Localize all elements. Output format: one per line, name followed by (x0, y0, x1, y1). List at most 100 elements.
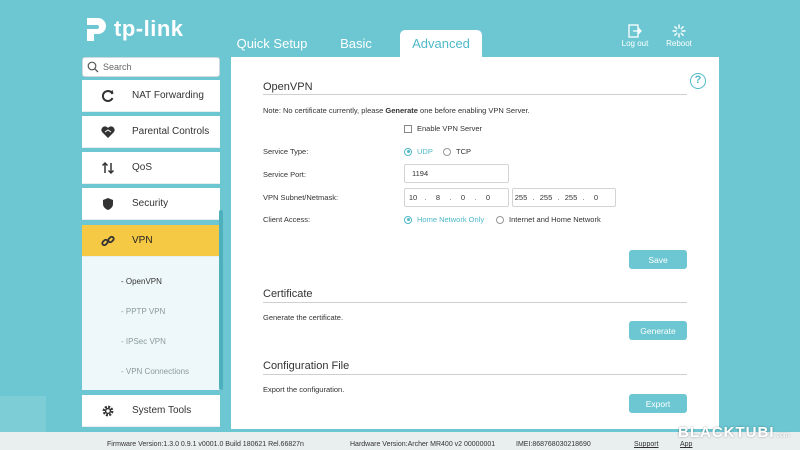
hardware-version: Hardware Version:Archer MR400 v2 0000000… (350, 441, 496, 448)
main-panel: OpenVPN ? Note: No certificate currently… (231, 57, 719, 429)
sidebar-item-label: Security (132, 198, 169, 209)
watermark-text: BLACKTUBI (678, 424, 775, 441)
qos-icon (98, 160, 118, 176)
note-text: Note: No certificate currently, please (263, 106, 386, 115)
sidebar-item-security[interactable]: Security (82, 188, 220, 220)
tp-link-logo[interactable]: tp-link (80, 14, 184, 44)
sidebar-item-nat-forwarding[interactable]: NAT Forwarding (82, 80, 220, 112)
dot-separator: . (474, 193, 477, 202)
section-divider (263, 302, 687, 303)
tab-basic[interactable]: Basic (313, 30, 399, 58)
subnet-octet-2[interactable] (430, 193, 446, 202)
certificate-note: Note: No certificate currently, please G… (263, 106, 530, 115)
home-network-only-label: Home Network Only (417, 215, 485, 224)
sidebar-scrollbar[interactable] (219, 210, 223, 390)
service-type-tcp-radio[interactable]: TCP (443, 147, 471, 156)
client-access-home-only-radio[interactable]: Home Network Only (404, 215, 484, 224)
vpn-submenu: - OpenVPN - PPTP VPN - IPSec VPN - VPN C… (82, 257, 220, 390)
sidebar-subitem-pptp-vpn[interactable]: - PPTP VPN (121, 307, 165, 316)
sidebar-subitem-ipsec-vpn[interactable]: - IPSec VPN (121, 337, 166, 346)
service-port-input[interactable] (404, 164, 509, 183)
logout-icon (628, 24, 642, 38)
export-button[interactable]: Export (629, 394, 687, 413)
search-box[interactable] (82, 57, 220, 77)
vpn-subnet-netmask-label: VPN Subnet/Netmask: (263, 193, 339, 202)
tab-quick-setup[interactable]: Quick Setup (231, 30, 313, 58)
watermark-suffix: .com (774, 432, 790, 439)
sidebar-item-label: QoS (132, 162, 153, 173)
shield-icon (98, 196, 118, 212)
udp-label: UDP (417, 147, 433, 156)
generate-button[interactable]: Generate (629, 321, 687, 340)
sidebar-item-label: VPN (132, 235, 153, 246)
sidebar-item-system-tools[interactable]: System Tools (82, 395, 220, 427)
sidebar-item-qos[interactable]: QoS (82, 152, 220, 184)
tcp-label: TCP (456, 147, 471, 156)
netmask-octet-4[interactable] (588, 193, 604, 202)
reboot-button[interactable]: Reboot (659, 24, 699, 48)
reboot-label: Reboot (666, 39, 692, 48)
section-title-configuration-file: Configuration File (263, 360, 350, 372)
enable-vpn-server-label: Enable VPN Server (417, 124, 483, 133)
dot-separator: . (424, 193, 427, 202)
sidebar-item-label: Parental Controls (132, 126, 210, 137)
top-nav-tabs: Quick Setup Basic Advanced (231, 30, 482, 58)
background-decoration (0, 396, 46, 432)
logout-label: Log out (621, 39, 649, 48)
vpn-link-icon (98, 233, 118, 249)
netmask-octet-1[interactable] (513, 193, 529, 202)
subnet-octet-4[interactable] (480, 193, 496, 202)
dot-separator: . (582, 193, 585, 202)
section-divider (263, 94, 687, 95)
dot-separator: . (449, 193, 452, 202)
client-access-label: Client Access: (263, 215, 311, 224)
vpn-netmask-input[interactable]: . . . (512, 188, 616, 207)
nat-forwarding-icon (98, 88, 118, 104)
tab-advanced[interactable]: Advanced (400, 30, 482, 58)
service-type-label: Service Type: (263, 147, 309, 156)
note-generate-emphasis: Generate (385, 106, 418, 115)
subnet-octet-1[interactable] (405, 193, 421, 202)
enable-vpn-server-checkbox[interactable]: Enable VPN Server (404, 124, 482, 133)
reboot-icon (672, 24, 686, 38)
sidebar-item-label: System Tools (132, 405, 192, 416)
parental-controls-icon (98, 124, 118, 140)
sidebar-item-vpn[interactable]: VPN (82, 225, 220, 257)
save-button[interactable]: Save (629, 250, 687, 269)
search-icon (87, 61, 99, 73)
sidebar-subitem-vpn-connections[interactable]: - VPN Connections (121, 367, 189, 376)
gear-icon (98, 403, 118, 419)
service-type-udp-radio[interactable]: UDP (404, 147, 433, 156)
imei: IMEI:868768030218690 (516, 441, 591, 448)
sidebar-subitem-openvpn[interactable]: - OpenVPN (121, 277, 162, 286)
brand-name: tp-link (114, 16, 184, 41)
watermark: BLACKTUBI.com (678, 424, 790, 441)
configuration-file-description: Export the configuration. (263, 385, 345, 394)
section-divider (263, 374, 687, 375)
logout-button[interactable]: Log out (615, 24, 655, 48)
checkbox-box[interactable] (404, 124, 412, 133)
radio-button[interactable] (404, 215, 412, 224)
certificate-description: Generate the certificate. (263, 313, 344, 322)
app-link[interactable]: App (680, 441, 692, 448)
subnet-octet-3[interactable] (455, 193, 471, 202)
client-access-internet-home-radio[interactable]: Internet and Home Network (496, 215, 601, 224)
netmask-octet-2[interactable] (538, 193, 554, 202)
firmware-version: Firmware Version:1.3.0 0.9.1 v0001.0 Bui… (107, 441, 304, 448)
section-title-openvpn: OpenVPN (263, 81, 313, 93)
vpn-subnet-input[interactable]: . . . (404, 188, 509, 207)
search-input[interactable] (103, 62, 213, 72)
radio-button[interactable] (443, 147, 451, 156)
dot-separator: . (557, 193, 560, 202)
help-icon[interactable]: ? (690, 73, 706, 89)
note-text-suffix: one before enabling VPN Server. (417, 106, 530, 115)
sidebar-item-label: NAT Forwarding (132, 90, 204, 101)
internet-and-home-network-label: Internet and Home Network (509, 215, 601, 224)
radio-button[interactable] (404, 147, 412, 156)
netmask-octet-3[interactable] (563, 193, 579, 202)
dot-separator: . (532, 193, 535, 202)
sidebar-item-parental-controls[interactable]: Parental Controls (82, 116, 220, 148)
support-link[interactable]: Support (634, 441, 659, 448)
section-title-certificate: Certificate (263, 288, 313, 300)
radio-button[interactable] (496, 215, 504, 224)
